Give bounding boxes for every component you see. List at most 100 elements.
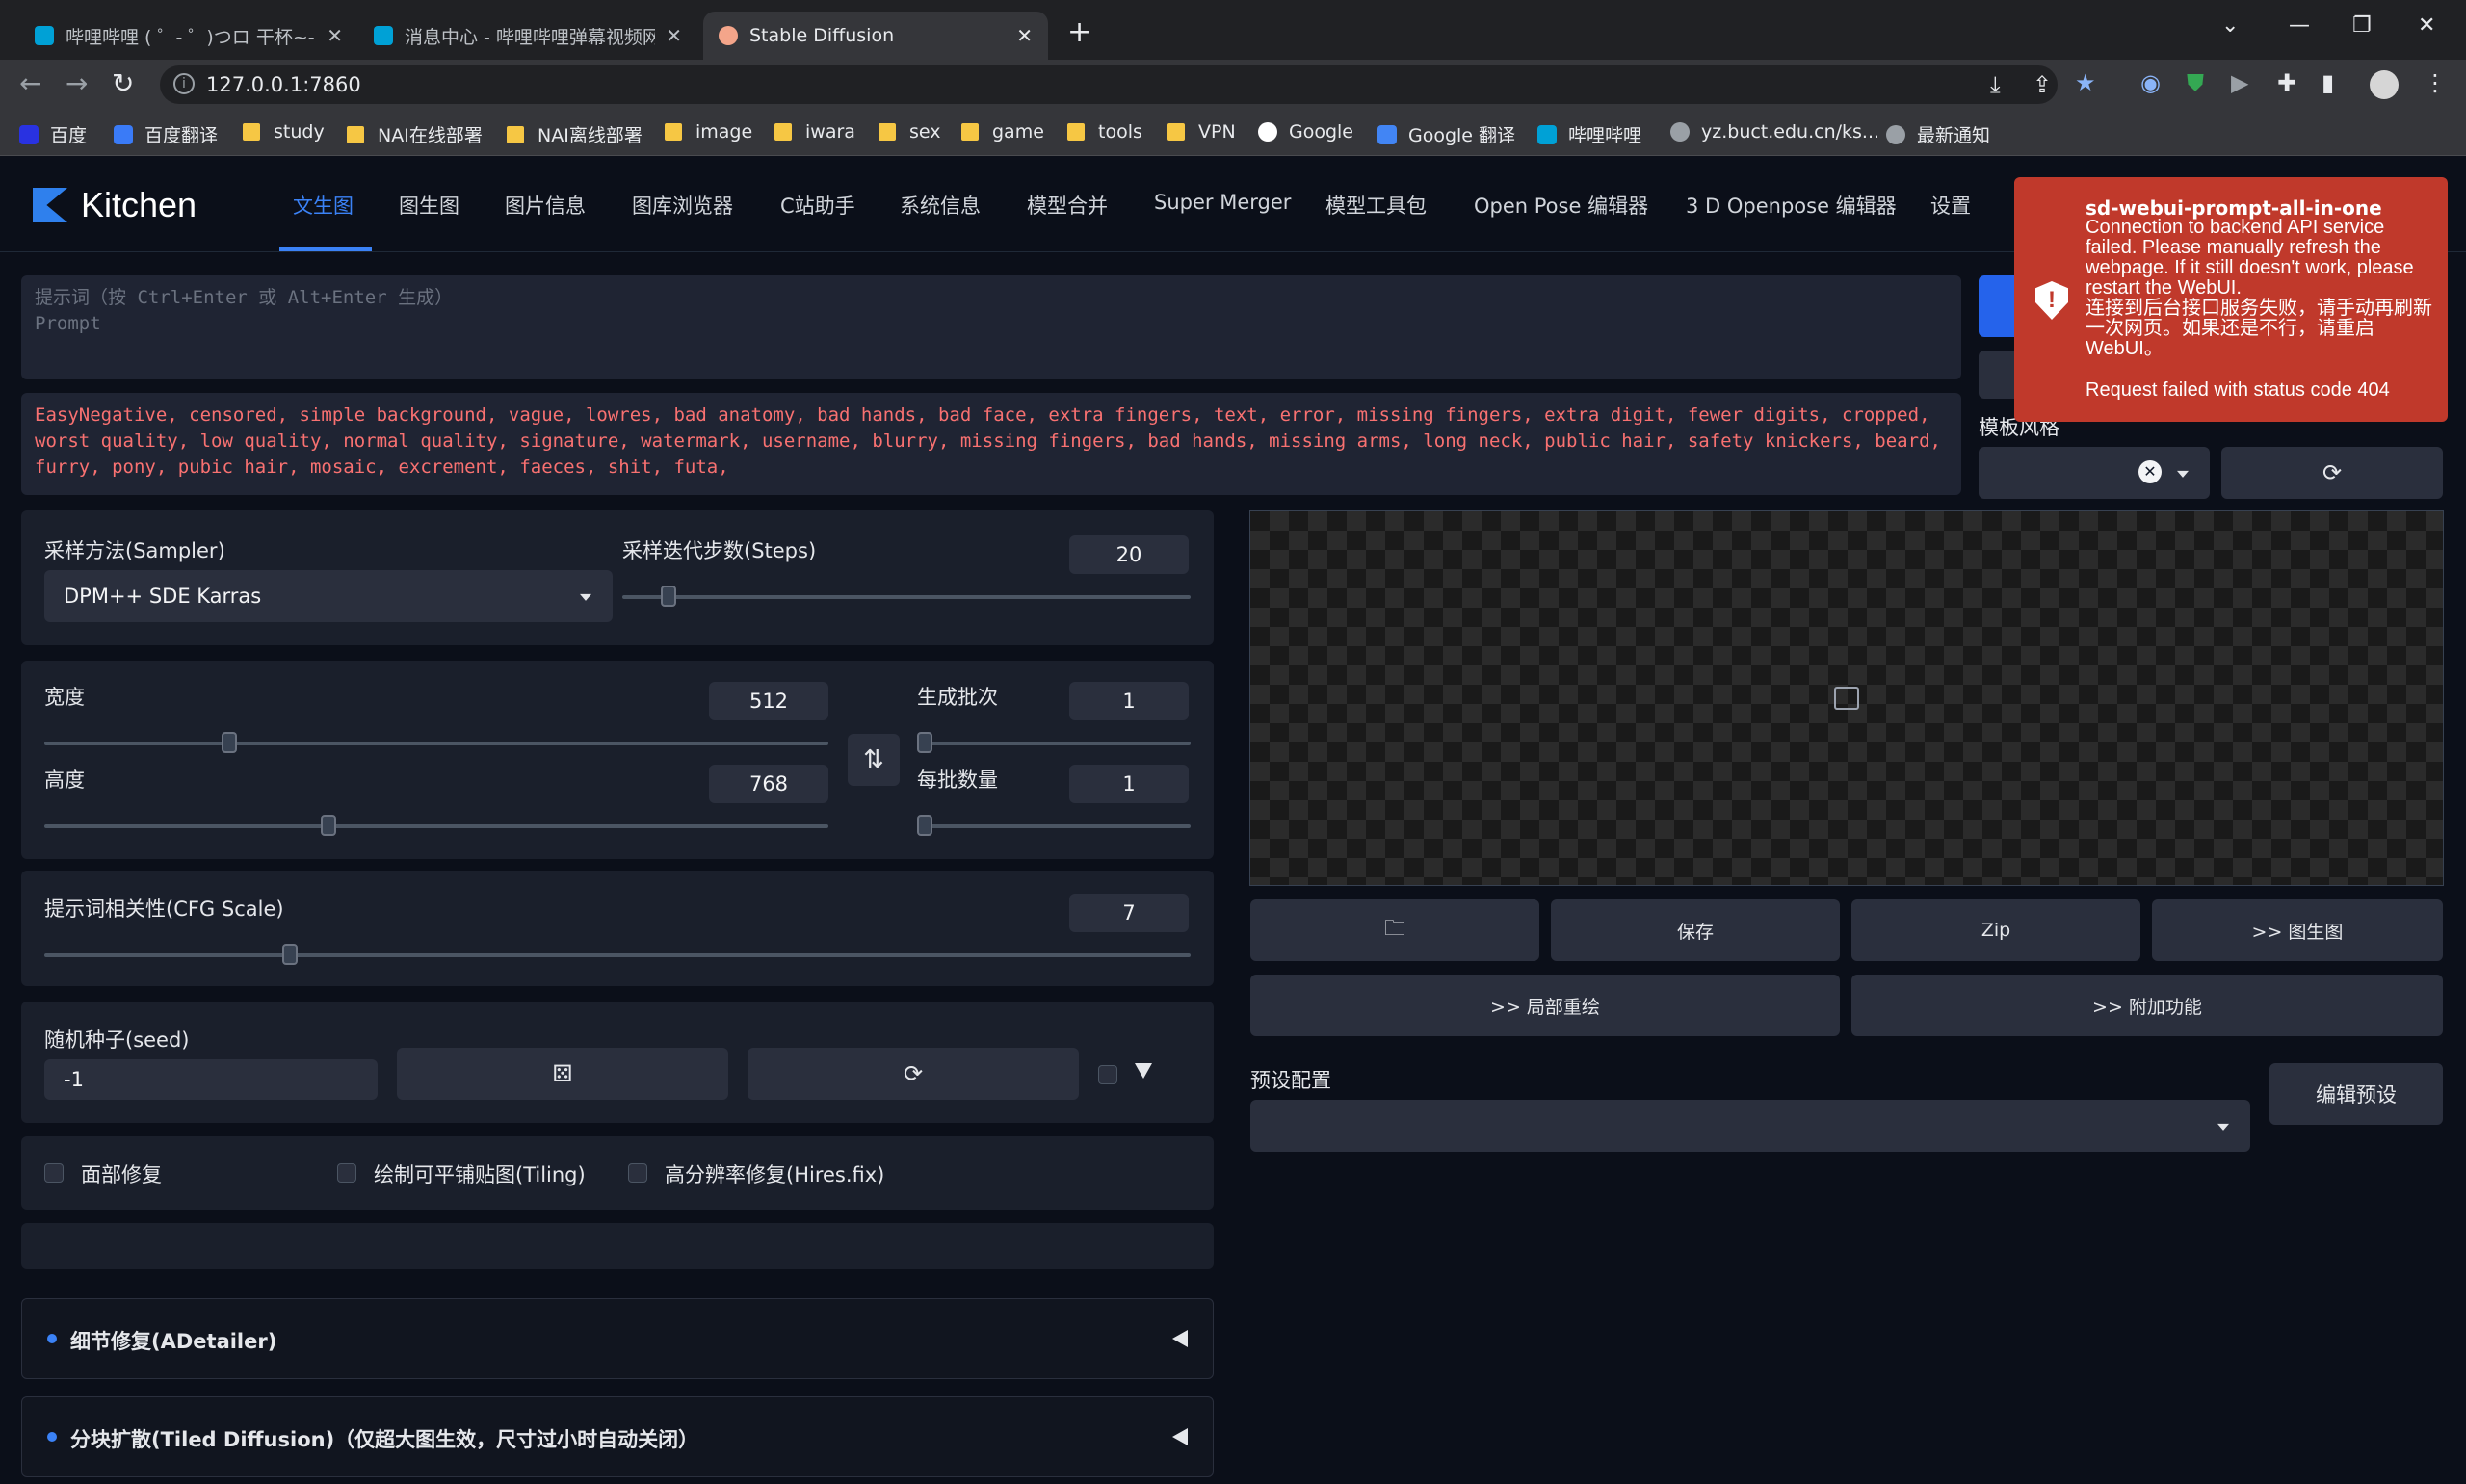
tab-3d-openpose-editor[interactable]: 3 D Openpose 编辑器: [1686, 191, 1897, 220]
tab-super-merger[interactable]: Super Merger: [1154, 191, 1291, 214]
open-folder-button[interactable]: 🗀: [1250, 899, 1539, 961]
tab-gallery-browser[interactable]: 图库浏览器: [632, 191, 733, 220]
bookmark-nai-online[interactable]: NAI在线部署: [347, 121, 483, 147]
bookmark-vpn[interactable]: VPN: [1167, 121, 1236, 143]
profile-avatar[interactable]: [2370, 70, 2399, 99]
slider-handle[interactable]: [661, 586, 676, 607]
share-icon[interactable]: ⇪: [2033, 71, 2052, 98]
tab-checkpoint-merger[interactable]: 模型合并: [1027, 191, 1108, 220]
close-tab-icon[interactable]: ✕: [327, 24, 343, 47]
collapse-arrow-icon[interactable]: [1172, 1330, 1188, 1347]
bookmark-bilibili[interactable]: 哔哩哔哩: [1537, 121, 1641, 147]
batch-size-input[interactable]: 1: [1069, 765, 1189, 803]
tab-settings[interactable]: 设置: [1930, 191, 1971, 220]
extension-play-icon[interactable]: ▶: [2231, 69, 2248, 96]
error-toast[interactable]: ! sd-webui-prompt-all-in-one Connection …: [2014, 177, 2448, 422]
extensions-puzzle-icon[interactable]: ✚: [2277, 69, 2296, 96]
slider-handle[interactable]: [917, 732, 932, 753]
width-input[interactable]: 512: [709, 682, 828, 720]
extension-shield-icon[interactable]: ⛊: [2187, 69, 2204, 96]
bookmark-buct[interactable]: yz.buct.edu.cn/ks...: [1670, 121, 1879, 143]
browser-tab-bilibili[interactable]: 哔哩哔哩 ( ゜- ゜)つロ 干杯~-bili ✕: [19, 12, 358, 60]
extra-seed-checkbox[interactable]: [1098, 1065, 1117, 1084]
tab-system-info[interactable]: 系统信息: [900, 191, 981, 220]
bookmark-google-translate[interactable]: Google 翻译: [1377, 121, 1515, 147]
slider-handle[interactable]: [282, 944, 298, 965]
prompt-input[interactable]: 提示词（按 Ctrl+Enter 或 Alt+Enter 生成） Prompt: [21, 275, 1961, 379]
tab-search-icon[interactable]: ⌄: [2221, 13, 2239, 38]
collapse-arrow-icon[interactable]: [1172, 1428, 1188, 1445]
style-select[interactable]: ✕: [1979, 447, 2210, 499]
install-icon[interactable]: ⤓: [1990, 71, 2001, 98]
tiling-checkbox[interactable]: [337, 1163, 356, 1183]
forward-icon[interactable]: →: [66, 67, 88, 99]
preset-select[interactable]: [1250, 1100, 2250, 1152]
tab-img2img[interactable]: 图生图: [399, 191, 459, 220]
steps-slider[interactable]: [622, 586, 1191, 607]
batch-count-input[interactable]: 1: [1069, 682, 1189, 720]
hires-fix-checkbox[interactable]: [628, 1163, 647, 1183]
minimize-icon[interactable]: —: [2289, 13, 2310, 38]
tab-model-toolkit[interactable]: 模型工具包: [1325, 191, 1427, 220]
tab-openpose-editor[interactable]: Open Pose 编辑器: [1474, 191, 1648, 220]
window-close-icon[interactable]: ✕: [2418, 13, 2435, 38]
bookmark-star-icon[interactable]: ★: [2075, 69, 2096, 96]
slider-handle[interactable]: [917, 815, 932, 836]
tab-civitai-helper[interactable]: C站助手: [780, 191, 855, 220]
refresh-styles-button[interactable]: ⟳: [2221, 447, 2443, 499]
close-tab-icon[interactable]: ✕: [666, 24, 682, 47]
zip-button[interactable]: Zip: [1851, 899, 2140, 961]
bookmark-baidu[interactable]: 百度: [19, 121, 87, 147]
side-panel-icon[interactable]: ▮: [2322, 69, 2334, 96]
clear-style-icon[interactable]: ✕: [2138, 460, 2162, 483]
reuse-seed-button[interactable]: ⟳: [748, 1048, 1079, 1100]
cfg-slider[interactable]: [44, 944, 1191, 965]
send-to-img2img-button[interactable]: >> 图生图: [2152, 899, 2443, 961]
steps-input[interactable]: 20: [1069, 535, 1189, 574]
close-tab-icon[interactable]: ✕: [1016, 24, 1033, 47]
tab-png-info[interactable]: 图片信息: [505, 191, 586, 220]
site-info-icon[interactable]: i: [173, 73, 195, 94]
height-slider[interactable]: [44, 815, 828, 836]
batch-size-slider[interactable]: [917, 815, 1191, 836]
face-restore-checkbox[interactable]: [44, 1163, 64, 1183]
browser-tab-stable-diffusion[interactable]: Stable Diffusion ✕: [703, 12, 1048, 60]
address-bar[interactable]: i 127.0.0.1:7860 ⤓ ⇪ ★: [160, 65, 2096, 104]
slider-handle[interactable]: [222, 732, 237, 753]
slider-handle[interactable]: [321, 815, 336, 836]
bookmark-image[interactable]: image: [665, 121, 752, 143]
restore-icon[interactable]: ❐: [2352, 13, 2372, 38]
swap-dimensions-button[interactable]: ⇅: [848, 734, 900, 786]
batch-count-slider[interactable]: [917, 732, 1191, 753]
new-tab-icon[interactable]: +: [1067, 15, 1091, 49]
tiled-diffusion-accordion[interactable]: 分块扩散(Tiled Diffusion)（仅超大图生效，尺寸过小时自动关闭）: [21, 1396, 1214, 1477]
adetailer-accordion[interactable]: 细节修复(ADetailer): [21, 1298, 1214, 1379]
seed-input[interactable]: -1: [44, 1059, 378, 1100]
cfg-input[interactable]: 7: [1069, 894, 1189, 932]
bookmark-latest-notice[interactable]: 最新通知: [1886, 121, 1990, 147]
random-seed-button[interactable]: ⚄: [397, 1048, 728, 1100]
back-icon[interactable]: ←: [19, 67, 41, 99]
bookmark-nai-offline[interactable]: NAI离线部署: [507, 121, 643, 147]
expand-triangle-icon[interactable]: [1135, 1063, 1152, 1079]
bookmark-sex[interactable]: sex: [879, 121, 941, 143]
sampler-select[interactable]: DPM++ SDE Karras: [44, 570, 613, 622]
edit-preset-button[interactable]: 编辑预设: [2269, 1063, 2443, 1125]
tab-txt2img[interactable]: 文生图: [293, 191, 354, 220]
output-image-area[interactable]: [1249, 510, 2444, 886]
send-to-extras-button[interactable]: >> 附加功能: [1851, 975, 2443, 1036]
browser-tab-messages[interactable]: 消息中心 - 哔哩哔哩弹幕视频网 ✕: [358, 12, 697, 60]
negative-prompt-input[interactable]: EasyNegative, censored, simple backgroun…: [21, 393, 1961, 495]
bookmark-iwara[interactable]: iwara: [774, 121, 855, 143]
height-input[interactable]: 768: [709, 765, 828, 803]
extension-translate-icon[interactable]: ◉: [2140, 69, 2161, 96]
reload-icon[interactable]: ↻: [112, 67, 134, 99]
bookmark-baidu-translate[interactable]: 百度翻译: [114, 121, 218, 147]
bookmark-study[interactable]: study: [243, 121, 325, 143]
save-button[interactable]: 保存: [1551, 899, 1840, 961]
width-slider[interactable]: [44, 732, 828, 753]
bookmark-tools[interactable]: tools: [1067, 121, 1142, 143]
send-to-inpaint-button[interactable]: >> 局部重绘: [1250, 975, 1840, 1036]
bookmark-game[interactable]: game: [961, 121, 1044, 143]
menu-dots-icon[interactable]: ⋮: [2424, 69, 2447, 96]
